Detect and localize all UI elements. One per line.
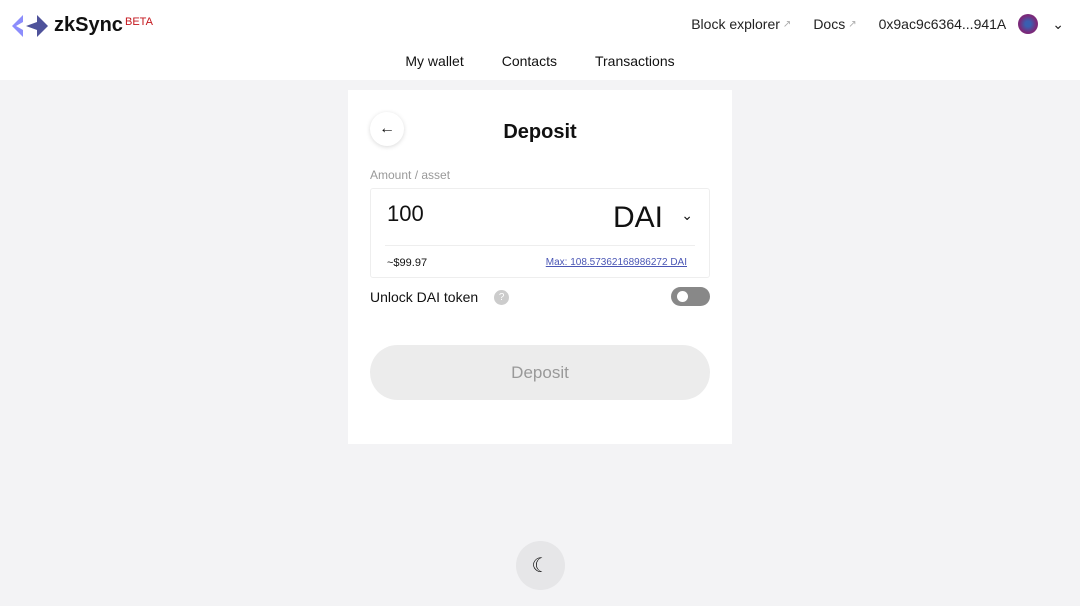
deposit-button[interactable]: Deposit [370, 345, 710, 400]
header: zkSync BETA Block explorer ↗ Docs ↗ 0x9ac9… [0, 0, 1080, 80]
usd-value: ~$99.97 [387, 257, 428, 269]
logo[interactable]: zkSync BETA [12, 14, 153, 37]
help-icon[interactable]: ? [494, 289, 510, 305]
amount-label: Amount / asset [370, 168, 451, 182]
brand-name: zkSync [54, 14, 123, 36]
dark-mode-button[interactable]: ☾ [516, 541, 565, 590]
page-title: Deposit [503, 121, 577, 143]
chevron-down-icon[interactable]: ⌄ [1052, 16, 1064, 33]
beta-badge: BETA [125, 16, 153, 28]
block-explorer-link[interactable]: Block explorer ↗ [691, 16, 791, 32]
wallet-address[interactable]: 0x9ac9c6364...941A [879, 16, 1007, 32]
chevron-down-icon[interactable]: ⌄ [681, 207, 693, 224]
nav-transactions[interactable]: Transactions [595, 53, 675, 69]
deposit-card: ← Deposit Amount / asset 100 DAI ⌄ ~$99.… [348, 90, 732, 444]
main-nav: My wallet Contacts Transactions [0, 53, 1080, 69]
link-label: Block explorer [691, 16, 780, 32]
avatar[interactable] [1018, 14, 1039, 34]
unlock-row: Unlock DAI token ? [370, 289, 510, 305]
nav-contacts[interactable]: Contacts [502, 53, 557, 69]
divider [385, 245, 695, 246]
external-link-icon: ↗ [782, 18, 792, 30]
external-link-icon: ↗ [848, 18, 857, 30]
unlock-label: Unlock DAI token [370, 289, 479, 305]
unlock-toggle[interactable] [671, 287, 710, 306]
nav-my-wallet[interactable]: My wallet [405, 53, 463, 69]
link-label: Docs [813, 16, 846, 32]
amount-asset-box: 100 DAI ⌄ ~$99.97 Max: 108.5736216898627… [370, 188, 710, 278]
max-amount-link[interactable]: Max: 108.57362168986272 DAI [546, 257, 687, 268]
asset-select[interactable]: DAI [613, 201, 663, 235]
docs-link[interactable]: Docs ↗ [813, 16, 856, 32]
moon-icon: ☾ [531, 555, 550, 577]
toggle-knob [677, 291, 688, 302]
zksync-logo-icon [12, 14, 48, 37]
amount-input[interactable]: 100 [387, 201, 424, 227]
